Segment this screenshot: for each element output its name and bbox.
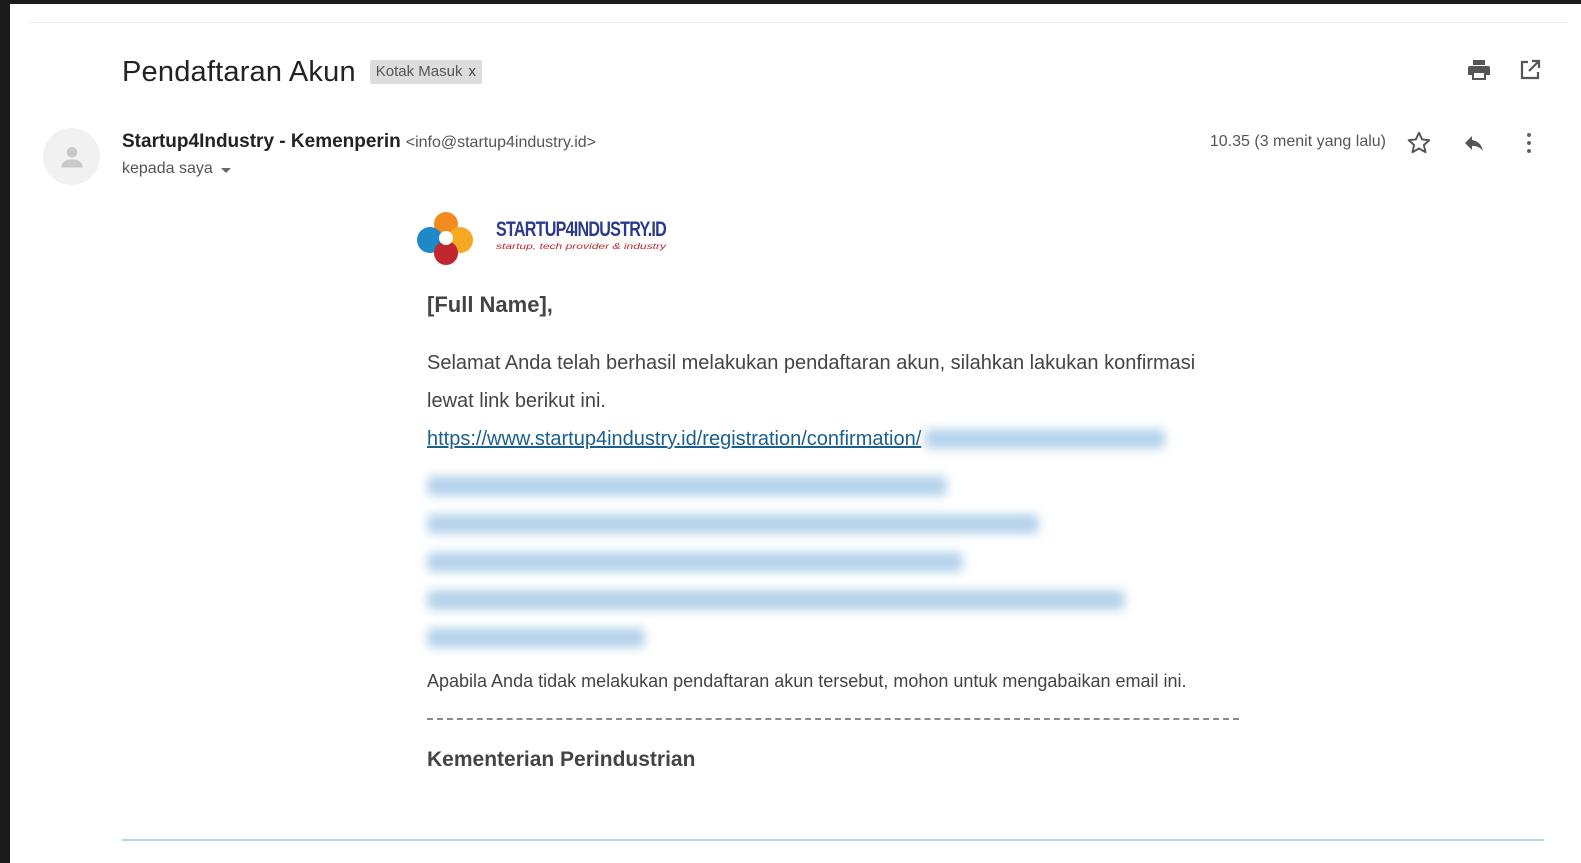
bottom-divider (122, 839, 1544, 841)
sender-name[interactable]: Startup4Industry - Kemenperin (122, 131, 401, 153)
redacted-link-part (427, 476, 947, 496)
confirmation-link-row: https://www.startup4industry.id/registra… (427, 420, 1247, 458)
email-timestamp: 10.35 (3 menit yang lalu) (1209, 133, 1386, 150)
sender-line: Startup4Industry - Kemenperin <info@star… (122, 131, 596, 153)
redacted-link-part (925, 429, 1166, 449)
more-vert-icon[interactable] (1513, 127, 1545, 159)
greeting: [Full Name], (427, 292, 553, 317)
dashed-divider (427, 718, 1239, 720)
label-chip-text: Kotak Masuk (375, 63, 463, 80)
message-body: [Full Name], Selamat Anda telah berhasil… (427, 292, 1247, 772)
label-chip-inbox[interactable]: Kotak Masuk x (369, 60, 482, 84)
subject-row: Pendaftaran Akun Kotak Masuk x (122, 54, 482, 90)
startup4industry-logo: STARTUP4INDUSTRY.ID startup, tech provid… (412, 204, 672, 268)
signature: Kementerian Perindustrian (427, 748, 696, 771)
email-view: Pendaftaran Akun Kotak Masuk x Startup4I… (10, 4, 1581, 863)
disclaimer-text: Apabila Anda tidak melakukan pendaftaran… (427, 671, 1187, 691)
redacted-link-part (427, 552, 963, 572)
top-divider (28, 22, 1568, 23)
reply-icon[interactable] (1458, 127, 1490, 159)
chevron-down-icon (220, 168, 231, 173)
redacted-link-part (427, 590, 1125, 610)
intro-text: Selamat Anda telah berhasil melakukan pe… (427, 352, 1196, 412)
recipient-label: kepada saya (122, 160, 213, 177)
person-icon (61, 146, 82, 167)
avatar (43, 128, 100, 185)
open-new-window-icon[interactable] (1514, 54, 1546, 86)
star-icon[interactable] (1403, 127, 1435, 159)
confirmation-link[interactable]: https://www.startup4industry.id/registra… (427, 420, 921, 458)
redacted-link-part (427, 514, 1039, 534)
redacted-link-part (427, 628, 645, 648)
logo-tagline: startup, tech provider & industry (496, 242, 667, 251)
logo-wordmark: STARTUP4INDUSTRY.ID (496, 218, 667, 241)
print-icon[interactable] (1463, 54, 1495, 86)
sender-email: <info@startup4industry.id> (405, 134, 596, 151)
recipient-dropdown[interactable]: kepada saya (122, 160, 231, 178)
email-subject: Pendaftaran Akun (122, 55, 356, 88)
close-icon[interactable]: x (469, 63, 477, 80)
